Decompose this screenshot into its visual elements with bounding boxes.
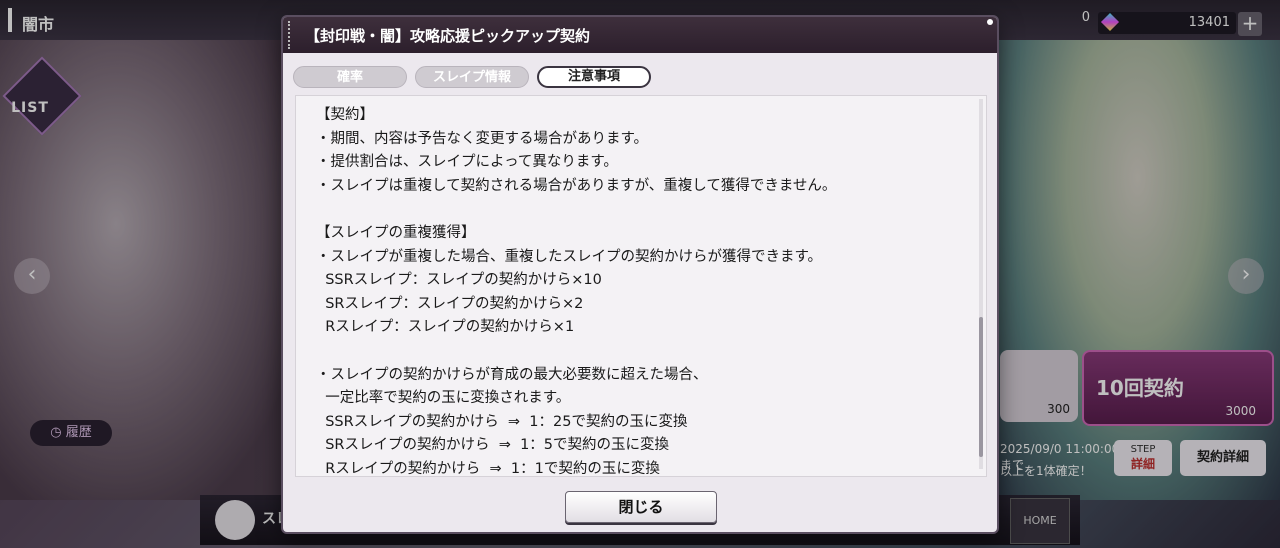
notes-line: ・スレイプの契約かけらが育成の最大必要数に超えた場合、: [316, 366, 708, 383]
notes-line: 【スレイプの重複獲得】: [316, 224, 476, 241]
notes-line: [316, 340, 956, 364]
chain-decoration-icon: [288, 21, 296, 49]
notes-line: SSRスレイプ：スレイプの契約かけら×10: [316, 272, 602, 289]
tab-notes[interactable]: 注意事項: [537, 66, 651, 88]
dialog-header: 【封印戦・闇】攻略応援ピックアップ契約: [283, 17, 997, 53]
notes-line: ・スレイプが重複した場合、重複したスレイプの契約かけらが獲得できます。: [316, 248, 823, 265]
corner-decoration-icon: [987, 19, 993, 25]
notes-line: 【契約】: [316, 107, 374, 123]
notes-line: ・提供割合は、スレイプによって異なります。: [316, 154, 618, 171]
notes-line: ・スレイプは重複して契約される場合がありますが、重複して獲得できません。: [316, 177, 837, 194]
close-button[interactable]: 閉じる: [565, 491, 717, 523]
notes-line: SRスレイプの契約かけら ⇒ 1：5で契約の玉に変換: [316, 437, 670, 454]
notes-line: SRスレイプ：スレイプの契約かけら×2: [316, 295, 584, 312]
tab-slave-info[interactable]: スレイプ情報: [415, 66, 529, 88]
notes-line: SSRスレイプの契約かけら ⇒ 1：25で契約の玉に変換: [316, 413, 688, 430]
notes-line: 一定比率で契約の玉に変換されます。: [316, 390, 571, 407]
notes-line: Rスレイプの契約かけら ⇒ 1：1で契約の玉に変換: [316, 460, 660, 477]
notes-text: 【契約】・期間、内容は予告なく変更する場合があります。 ・提供割合は、スレイプによ…: [316, 104, 956, 477]
dialog-title: 【封印戦・闇】攻略応援ピックアップ契約: [305, 27, 591, 45]
notes-line: ・期間、内容は予告なく変更する場合があります。: [316, 130, 649, 147]
notes-line: Rスレイプ：スレイプの契約かけら×1: [316, 319, 575, 336]
tab-probability[interactable]: 確率: [293, 66, 407, 88]
notice-dialog: 【封印戦・闇】攻略応援ピックアップ契約 確率 スレイプ情報 注意事項 【契約】・…: [283, 17, 997, 532]
notes-content[interactable]: 【契約】・期間、内容は予告なく変更する場合があります。 ・提供割合は、スレイプによ…: [295, 95, 987, 477]
scrollbar-thumb[interactable]: [979, 317, 983, 457]
notes-line: [316, 198, 956, 222]
